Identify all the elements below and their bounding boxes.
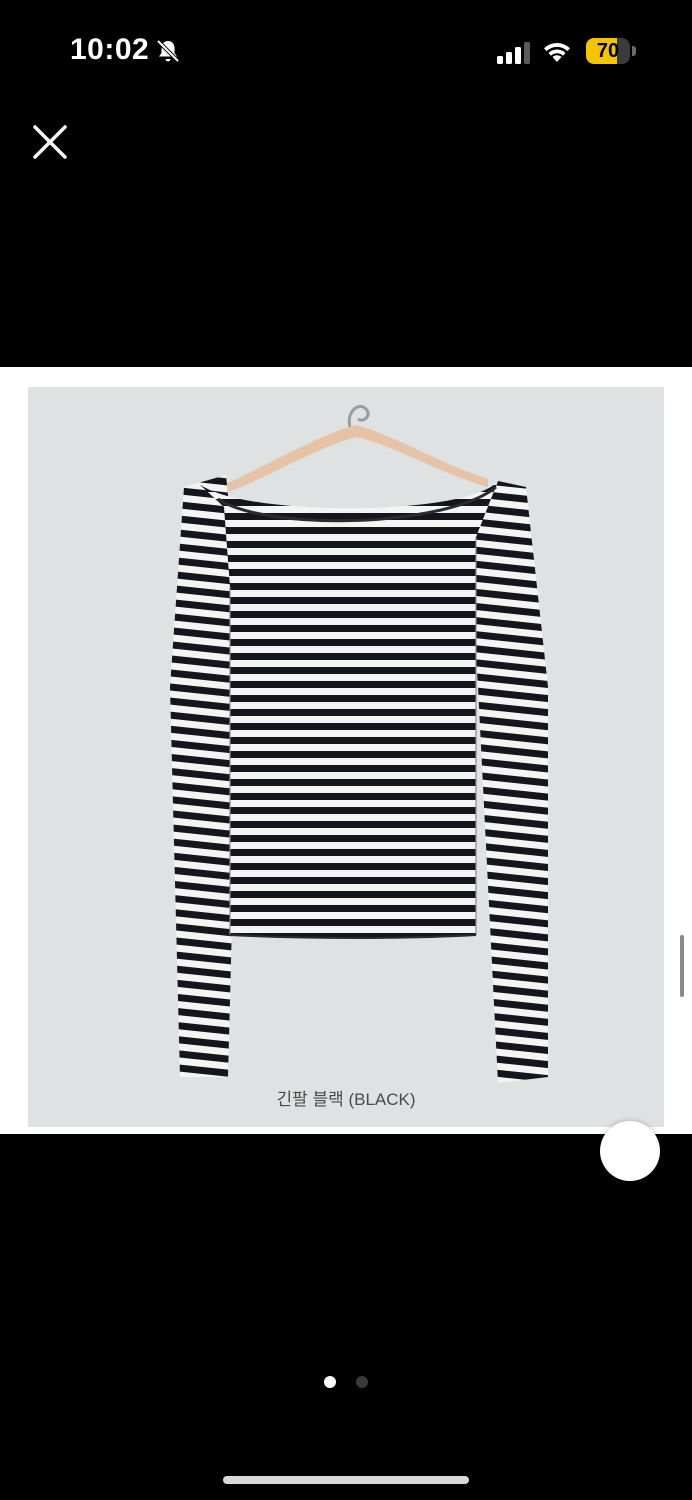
- floating-action-button[interactable]: [600, 1121, 660, 1181]
- striped-top-illustration: [170, 404, 548, 1083]
- home-indicator[interactable]: [223, 1476, 469, 1484]
- status-time: 10:02: [70, 33, 150, 66]
- wifi-icon: [544, 42, 570, 62]
- image-caption: 긴팔 블랙 (BLACK): [276, 1090, 416, 1109]
- pager-dot-1[interactable]: [323, 1376, 336, 1388]
- battery-icon: 70: [586, 38, 638, 64]
- bell-slash-icon: [156, 39, 180, 63]
- product-photo[interactable]: 긴팔 블랙 (BLACK): [28, 387, 664, 1127]
- close-icon[interactable]: [28, 120, 72, 164]
- battery-percent: 70: [596, 40, 620, 62]
- image-pager[interactable]: [0, 1375, 692, 1389]
- pager-dot-2[interactable]: [356, 1376, 369, 1388]
- cellular-signal-icon: [497, 42, 530, 64]
- product-image-panel[interactable]: 긴팔 블랙 (BLACK): [0, 367, 692, 1181]
- scroll-indicator: [680, 935, 684, 997]
- status-bar: 10:02 70: [0, 0, 692, 104]
